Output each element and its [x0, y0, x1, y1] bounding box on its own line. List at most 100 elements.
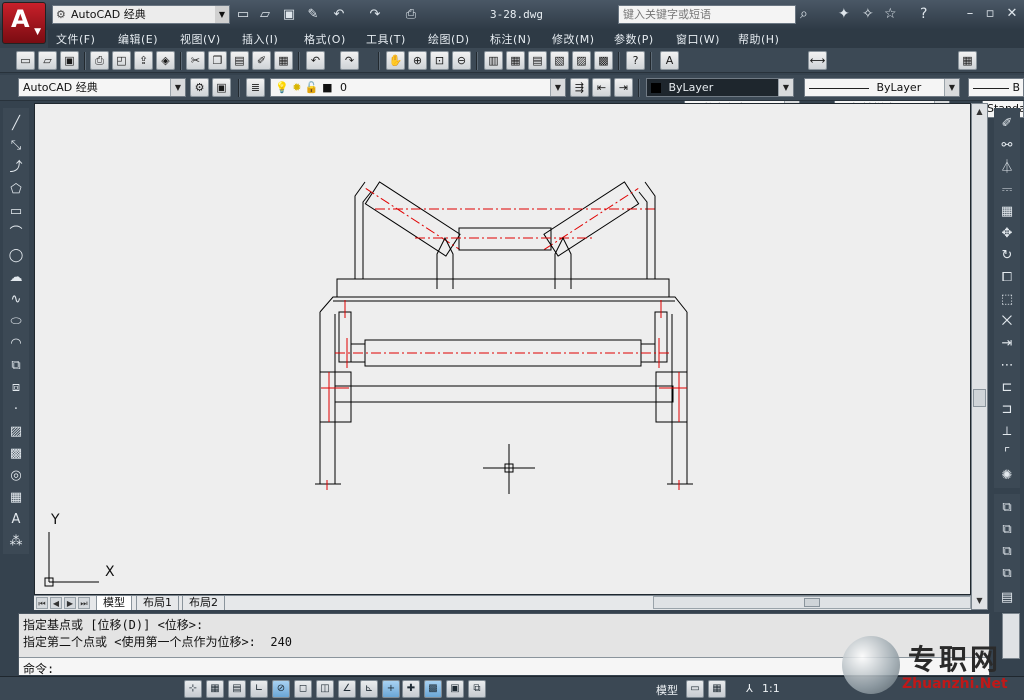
bring-above-icon[interactable]: ⧉ [997, 542, 1017, 561]
save-icon[interactable]: ▣ [280, 6, 298, 24]
line-icon[interactable]: ╱ [6, 114, 26, 133]
subscription-icon[interactable]: ✦ [838, 6, 850, 22]
3d-dwf-icon[interactable]: ◈ [156, 51, 175, 70]
annotation-scale[interactable]: 1:1 [762, 682, 780, 695]
text-to-front-icon[interactable]: ▤ [997, 588, 1017, 607]
stretch-icon[interactable]: ⬚ [997, 290, 1017, 309]
layer-manager-icon[interactable]: ≣ [246, 78, 265, 97]
layer-select[interactable]: 💡 ✹ 🔓 ■ 0 ▼ [270, 78, 566, 97]
mirror-icon[interactable]: ⏃ [997, 158, 1017, 177]
workspace-select[interactable]: AutoCAD 经典 ▼ [18, 78, 186, 97]
add-selected-icon[interactable]: ⁂ [6, 532, 26, 551]
layer-states-icon[interactable]: ⇥ [614, 78, 633, 97]
dyn-icon[interactable]: + [382, 680, 400, 698]
circle-icon[interactable]: ◯ [6, 246, 26, 265]
spline-icon[interactable]: ∿ [6, 290, 26, 309]
zoom-realtime-icon[interactable]: ⊕ [408, 51, 427, 70]
menu-insert[interactable]: 插入(I) [242, 31, 278, 47]
workspace-switcher[interactable]: ⚙ AutoCAD 经典 ▼ [52, 5, 230, 24]
point-icon[interactable]: · [6, 400, 26, 419]
selection-cycling-icon[interactable]: ⧉ [468, 680, 486, 698]
match-properties-icon[interactable]: ✐ [252, 51, 271, 70]
help-icon[interactable]: ? [626, 51, 645, 70]
save-icon[interactable]: ▣ [60, 51, 79, 70]
application-menu-button[interactable]: A ▼ [2, 2, 46, 44]
trim-icon[interactable]: ⨉ [997, 312, 1017, 331]
vertical-scrollbar[interactable]: ▲ ▼ [971, 103, 988, 610]
chevron-down-icon[interactable]: ▼ [215, 6, 229, 23]
publish-icon[interactable]: ⇪ [134, 51, 153, 70]
open-icon[interactable]: ▱ [38, 51, 57, 70]
array-icon[interactable]: ▦ [997, 202, 1017, 221]
model-space-label[interactable]: 模型 [656, 682, 678, 698]
horizontal-scroll-thumb[interactable] [804, 598, 820, 607]
menu-format[interactable]: 格式(O) [304, 31, 346, 47]
first-tab-icon[interactable]: ⏮ [36, 597, 48, 609]
linetype-select[interactable]: ByLayer ▼ [804, 78, 960, 97]
properties-icon[interactable]: ▥ [484, 51, 503, 70]
erase-icon[interactable]: ✐ [997, 114, 1017, 133]
text-style-icon[interactable]: A [660, 51, 679, 70]
bring-to-front-icon[interactable]: ⧉ [997, 498, 1017, 517]
zoom-window-icon[interactable]: ⊡ [430, 51, 449, 70]
undo-icon[interactable]: ↶ [330, 6, 348, 24]
markup-icon[interactable]: ▨ [572, 51, 591, 70]
new-icon[interactable]: ▭ [16, 51, 35, 70]
ortho-icon[interactable]: ∟ [250, 680, 268, 698]
scale-icon[interactable]: ⧠ [997, 268, 1017, 287]
prev-tab-icon[interactable]: ◀ [50, 597, 62, 609]
block-editor-icon[interactable]: ▦ [274, 51, 293, 70]
rotate-icon[interactable]: ↻ [997, 246, 1017, 265]
paste-icon[interactable]: ▤ [230, 51, 249, 70]
quick-view-layouts-icon[interactable]: ▭ [686, 680, 704, 698]
menu-modify[interactable]: 修改(M) [552, 31, 595, 47]
favorites-icon[interactable]: ☆ [884, 6, 897, 22]
tool-palettes-icon[interactable]: ▤ [528, 51, 547, 70]
open-file-icon[interactable]: ▱ [256, 6, 274, 24]
zoom-previous-icon[interactable]: ⊖ [452, 51, 471, 70]
color-select[interactable]: ByLayer ▼ [646, 78, 794, 97]
redo-icon[interactable]: ↷ [340, 51, 359, 70]
multiline-text-icon[interactable]: A [6, 510, 26, 529]
tab-model[interactable]: 模型 [96, 596, 132, 610]
new-file-icon[interactable]: ▭ [234, 6, 252, 24]
cut-icon[interactable]: ✂ [186, 51, 205, 70]
fillet-icon[interactable]: ⌜ [997, 444, 1017, 463]
insert-block-icon[interactable]: ⧉ [6, 356, 26, 375]
help-icon[interactable]: ? [920, 6, 927, 22]
design-center-icon[interactable]: ▦ [506, 51, 525, 70]
construction-line-icon[interactable]: ⤡ [6, 136, 26, 155]
pan-icon[interactable]: ✋ [386, 51, 405, 70]
lineweight-icon[interactable]: ✚ [402, 680, 420, 698]
3d-osnap-icon[interactable]: ◫ [316, 680, 334, 698]
menu-file[interactable]: 文件(F) [56, 31, 95, 47]
dim-style-icon[interactable]: ⟷ [808, 51, 827, 70]
move-icon[interactable]: ✥ [997, 224, 1017, 243]
infer-constraints-icon[interactable]: ⊹ [184, 680, 202, 698]
plot-icon[interactable]: ⎙ [90, 51, 109, 70]
menu-tools[interactable]: 工具(T) [366, 31, 406, 47]
gradient-icon[interactable]: ▩ [6, 444, 26, 463]
lineweight-select[interactable]: B [968, 78, 1024, 97]
table-icon[interactable]: ▦ [6, 488, 26, 507]
scroll-down-icon[interactable]: ▼ [973, 594, 986, 608]
join-icon[interactable]: ⊐ [997, 400, 1017, 419]
binoculars-icon[interactable]: ⌕ [800, 6, 808, 22]
snap-icon[interactable]: ▦ [206, 680, 224, 698]
save-as-icon[interactable]: ✎ [304, 6, 322, 24]
workspace-save-icon[interactable]: ▣ [212, 78, 231, 97]
copy-icon[interactable]: ❐ [208, 51, 227, 70]
otrack-icon[interactable]: ∠ [338, 680, 356, 698]
workspace-settings-icon[interactable]: ⚙ [190, 78, 209, 97]
menu-draw[interactable]: 绘图(D) [428, 31, 470, 47]
plot-icon[interactable]: ⎙ [402, 6, 420, 24]
minimize-icon[interactable]: – [962, 6, 978, 22]
osnap-icon[interactable]: ◻ [294, 680, 312, 698]
make-block-icon[interactable]: ⧈ [6, 378, 26, 397]
plot-preview-icon[interactable]: ◰ [112, 51, 131, 70]
drawing-area[interactable]: Y X [34, 103, 971, 595]
hatch-icon[interactable]: ▨ [6, 422, 26, 441]
communication-icon[interactable]: ✧ [862, 6, 874, 22]
tab-layout1[interactable]: 布局1 [136, 596, 179, 610]
horizontal-scrollbar[interactable] [653, 596, 971, 609]
